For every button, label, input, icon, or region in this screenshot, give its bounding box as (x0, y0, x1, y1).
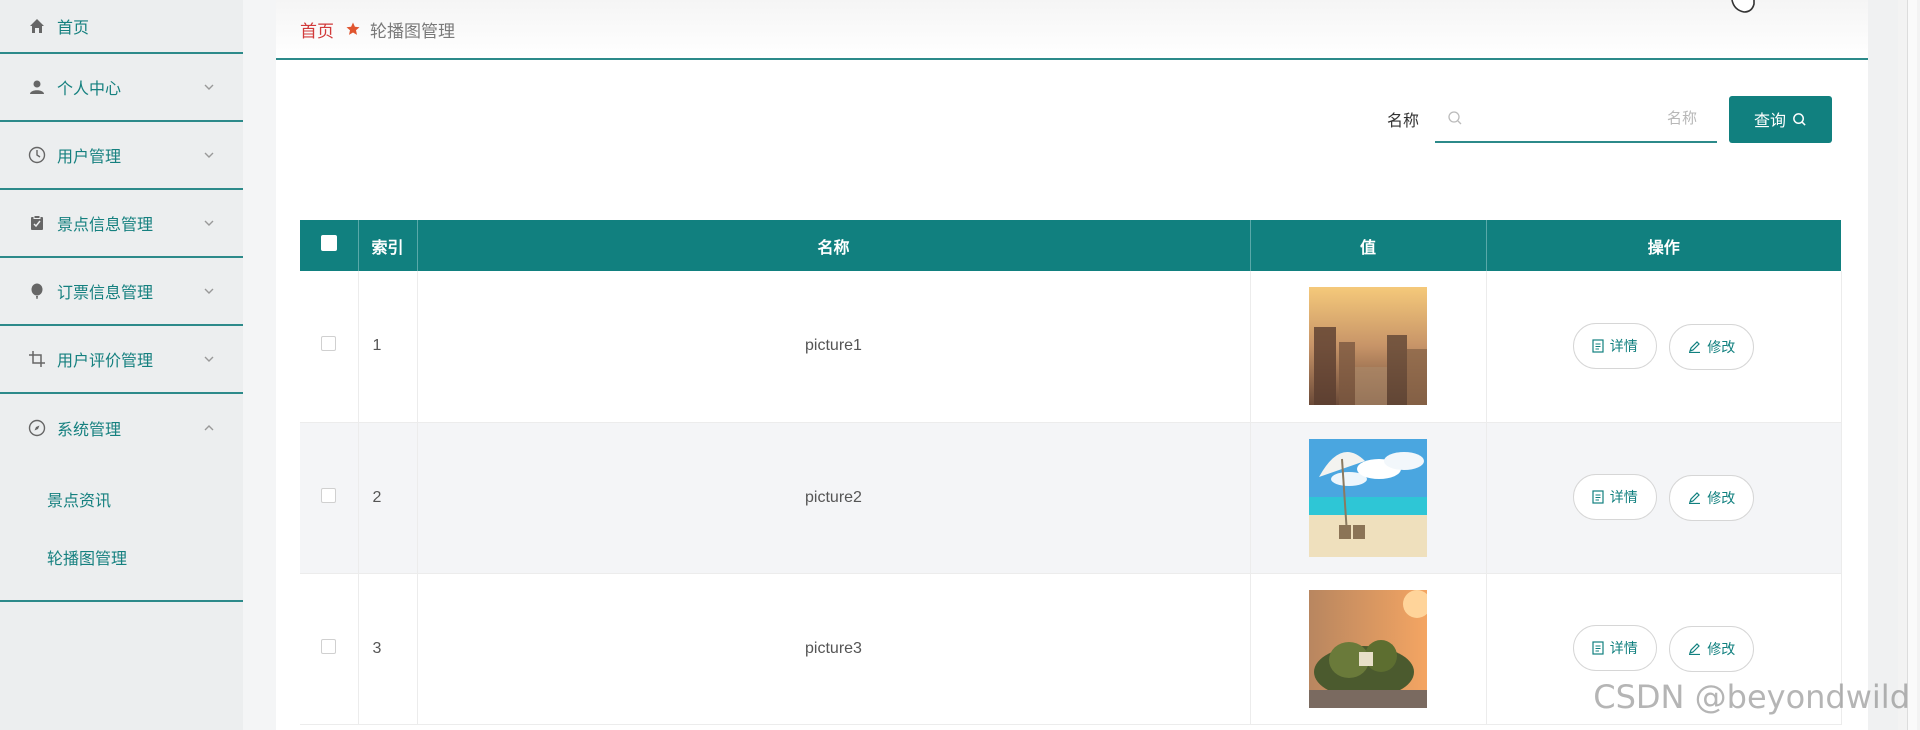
thumbnail-city-canal (1309, 287, 1427, 406)
row-thumbnail-cell (1250, 573, 1487, 725)
search-icon (1793, 112, 1806, 126)
detail-button-label: 详情 (1609, 489, 1638, 506)
watermark: CSDN @beyondwild (1593, 678, 1910, 716)
edit-button[interactable]: 修改 (1669, 323, 1755, 370)
pencil-icon (1689, 492, 1701, 505)
row-select-cell (300, 422, 359, 574)
search-field (1435, 95, 1717, 143)
cursor-hand-icon (1731, 0, 1755, 13)
chevron-down-icon (204, 84, 214, 90)
breadcrumb-current: 轮播图管理 (370, 21, 455, 41)
row-name: picture1 (417, 271, 1251, 423)
row-index: 2 (358, 422, 418, 574)
row-actions: 详情 修改 (1486, 422, 1842, 574)
table-header-row: 索引 名称 值 操作 (300, 220, 1841, 271)
chevron-down-icon (204, 288, 214, 294)
edit-button-label: 修改 (1707, 338, 1736, 355)
search-bar: 名称 查询 (1387, 95, 1832, 143)
edit-button[interactable]: 修改 (1669, 625, 1755, 672)
column-header-index: 索引 (358, 220, 418, 271)
select-all-cell (300, 220, 359, 271)
breadcrumb: 首页 轮播图管理 (276, 0, 1868, 60)
row-thumbnail-cell (1250, 271, 1487, 423)
detail-button[interactable]: 详情 (1572, 323, 1657, 369)
sidebar-item-system[interactable]: 系统管理 (0, 394, 243, 462)
pencil-icon (1689, 643, 1701, 656)
table-row: 1 picture1 详情 修改 (300, 271, 1842, 423)
query-button[interactable]: 查询 (1729, 95, 1832, 143)
table-row: 2 picture2 详情 修改 (300, 422, 1842, 574)
star-icon (346, 22, 360, 36)
sidebar-item-label: 订票信息管理 (57, 285, 154, 302)
main-content: 首页 轮播图管理 名称 查询 索引 名称 值 (276, 0, 1868, 730)
sidebar-item-user-management[interactable]: 用户管理 (0, 122, 243, 190)
row-select-cell (300, 573, 359, 725)
user-icon (27, 77, 47, 97)
document-icon (1592, 641, 1604, 655)
clipboard-icon (27, 213, 47, 233)
row-name: picture2 (417, 422, 1251, 574)
search-icon (1448, 111, 1462, 125)
thumbnail-beach (1309, 438, 1427, 557)
column-header-name: 名称 (417, 220, 1251, 271)
compass-icon (27, 418, 47, 438)
system-submenu: 景点资讯 轮播图管理 (0, 462, 243, 602)
data-table: 索引 名称 值 操作 1 picture1 详情 修改 2 picture2 详… (300, 220, 1842, 725)
sidebar-item-user-review[interactable]: 用户评价管理 (0, 326, 243, 394)
sidebar: 首页 个人中心 用户管理 景点信息管理 订票信息管理 用户评价管理 系统管理 景… (0, 0, 243, 730)
search-label: 名称 (1386, 113, 1419, 130)
row-checkbox[interactable] (321, 336, 337, 352)
row-actions: 详情 修改 (1486, 271, 1842, 423)
detail-button-label: 详情 (1609, 640, 1638, 657)
sidebar-item-scenic-info[interactable]: 景点信息管理 (0, 190, 243, 258)
sidebar-item-label: 个人中心 (57, 81, 122, 98)
query-button-label: 查询 (1753, 113, 1786, 130)
row-thumbnail-cell (1250, 422, 1487, 574)
edit-button-label: 修改 (1707, 489, 1736, 506)
search-input[interactable] (1463, 109, 1705, 127)
sidebar-item-personal-center[interactable]: 个人中心 (0, 54, 243, 122)
row-index: 1 (358, 271, 418, 423)
sidebar-item-label: 用户管理 (57, 149, 122, 166)
edit-button-label: 修改 (1707, 640, 1736, 657)
chevron-down-icon (204, 152, 214, 158)
row-checkbox[interactable] (321, 487, 337, 503)
clock-icon (27, 145, 47, 165)
document-icon (1592, 490, 1604, 504)
pencil-icon (1689, 341, 1701, 353)
detail-button-label: 详情 (1609, 338, 1638, 354)
row-index: 3 (358, 573, 418, 725)
scrollbar[interactable] (1898, 0, 1920, 730)
row-checkbox[interactable] (321, 638, 337, 654)
sidebar-subitem-carousel[interactable]: 轮播图管理 (0, 528, 243, 586)
sidebar-gap (243, 0, 276, 730)
breadcrumb-home[interactable]: 首页 (300, 17, 334, 42)
row-select-cell (300, 271, 359, 423)
column-header-value: 值 (1250, 220, 1487, 271)
column-header-actions: 操作 (1486, 220, 1841, 271)
sidebar-item-label: 系统管理 (57, 422, 122, 439)
sidebar-item-label: 用户评价管理 (57, 353, 154, 370)
sidebar-item-ticket-info[interactable]: 订票信息管理 (0, 258, 243, 326)
row-name: picture3 (417, 573, 1251, 725)
chevron-down-icon (204, 220, 214, 226)
sidebar-item-label: 景点信息管理 (57, 217, 154, 234)
detail-button[interactable]: 详情 (1572, 474, 1657, 521)
chevron-down-icon (204, 356, 214, 362)
sidebar-subitem-scenic-news[interactable]: 景点资讯 (0, 470, 243, 528)
sidebar-item-home[interactable]: 首页 (0, 0, 243, 54)
sidebar-item-label: 首页 (57, 20, 90, 37)
chevron-up-icon (204, 425, 214, 431)
crop-icon (27, 349, 47, 369)
scrollbar-thumb[interactable] (1907, 0, 1917, 730)
thumbnail-island (1309, 589, 1427, 708)
balloon-icon (27, 281, 47, 301)
home-icon (27, 16, 47, 36)
edit-button[interactable]: 修改 (1669, 474, 1755, 521)
document-icon (1592, 339, 1604, 353)
select-all-checkbox[interactable] (320, 235, 337, 251)
detail-button[interactable]: 详情 (1572, 625, 1657, 672)
